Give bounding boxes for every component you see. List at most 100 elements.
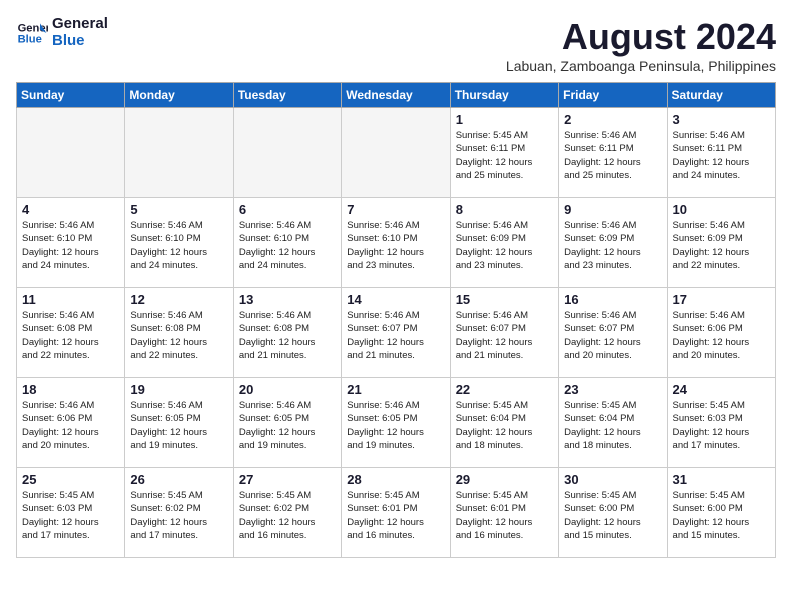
cell-info: Sunrise: 5:46 AM Sunset: 6:07 PM Dayligh…: [456, 309, 553, 362]
day-number: 25: [22, 472, 119, 487]
svg-text:General: General: [18, 22, 48, 34]
cell-info: Sunrise: 5:46 AM Sunset: 6:05 PM Dayligh…: [130, 399, 227, 452]
calendar-cell: 26 Sunrise: 5:45 AM Sunset: 6:02 PM Dayli…: [125, 468, 233, 558]
calendar-cell: [233, 108, 341, 198]
calendar-cell: 8 Sunrise: 5:46 AM Sunset: 6:09 PM Daylig…: [450, 198, 558, 288]
day-number: 24: [673, 382, 770, 397]
cell-info: Sunrise: 5:46 AM Sunset: 6:11 PM Dayligh…: [673, 129, 770, 182]
calendar-cell: 18 Sunrise: 5:46 AM Sunset: 6:06 PM Dayli…: [17, 378, 125, 468]
logo-line2: Blue: [52, 33, 108, 50]
calendar-cell: 19 Sunrise: 5:46 AM Sunset: 6:05 PM Dayli…: [125, 378, 233, 468]
day-number: 18: [22, 382, 119, 397]
calendar-cell: 14 Sunrise: 5:46 AM Sunset: 6:07 PM Dayli…: [342, 288, 450, 378]
calendar-cell: 6Sunrise: 5:46 AM Sunset: 6:10 PM Daylig…: [233, 198, 341, 288]
header-row: SundayMondayTuesdayWednesdayThursdayFrid…: [17, 83, 776, 108]
calendar-cell: [342, 108, 450, 198]
logo: General Blue General Blue: [16, 16, 108, 49]
calendar-cell: 25 Sunrise: 5:45 AM Sunset: 6:03 PM Dayli…: [17, 468, 125, 558]
calendar-cell: 3 Sunrise: 5:46 AM Sunset: 6:11 PM Daylig…: [667, 108, 775, 198]
cell-info: Sunrise: 5:46 AM Sunset: 6:07 PM Dayligh…: [564, 309, 661, 362]
cell-info: Sunrise: 5:46 AM Sunset: 6:09 PM Dayligh…: [673, 219, 770, 272]
day-number: 15: [456, 292, 553, 307]
week-row-1: 1 Sunrise: 5:45 AM Sunset: 6:11 PM Daylig…: [17, 108, 776, 198]
cell-info: Sunrise: 5:46 AM Sunset: 6:09 PM Dayligh…: [564, 219, 661, 272]
day-number: 22: [456, 382, 553, 397]
cell-info: Sunrise: 5:46 AM Sunset: 6:08 PM Dayligh…: [239, 309, 336, 362]
calendar-cell: 21 Sunrise: 5:46 AM Sunset: 6:05 PM Dayli…: [342, 378, 450, 468]
day-number: 8: [456, 202, 553, 217]
header-friday: Friday: [559, 83, 667, 108]
calendar-cell: 10Sunrise: 5:46 AM Sunset: 6:09 PM Dayli…: [667, 198, 775, 288]
week-row-4: 18 Sunrise: 5:46 AM Sunset: 6:06 PM Dayli…: [17, 378, 776, 468]
svg-text:Blue: Blue: [18, 33, 42, 45]
calendar-cell: 31Sunrise: 5:45 AM Sunset: 6:00 PM Dayli…: [667, 468, 775, 558]
cell-info: Sunrise: 5:45 AM Sunset: 6:04 PM Dayligh…: [564, 399, 661, 452]
day-number: 26: [130, 472, 227, 487]
calendar-cell: 12 Sunrise: 5:46 AM Sunset: 6:08 PM Dayli…: [125, 288, 233, 378]
calendar-cell: 23 Sunrise: 5:45 AM Sunset: 6:04 PM Dayli…: [559, 378, 667, 468]
cell-info: Sunrise: 5:46 AM Sunset: 6:05 PM Dayligh…: [347, 399, 444, 452]
cell-info: Sunrise: 5:45 AM Sunset: 6:00 PM Dayligh…: [564, 489, 661, 542]
day-number: 29: [456, 472, 553, 487]
cell-info: Sunrise: 5:45 AM Sunset: 6:11 PM Dayligh…: [456, 129, 553, 182]
cell-info: Sunrise: 5:46 AM Sunset: 6:09 PM Dayligh…: [456, 219, 553, 272]
calendar-cell: 20 Sunrise: 5:46 AM Sunset: 6:05 PM Dayli…: [233, 378, 341, 468]
cell-info: Sunrise: 5:45 AM Sunset: 6:02 PM Dayligh…: [130, 489, 227, 542]
calendar-cell: 16 Sunrise: 5:46 AM Sunset: 6:07 PM Dayli…: [559, 288, 667, 378]
cell-info: Sunrise: 5:46 AM Sunset: 6:06 PM Dayligh…: [673, 309, 770, 362]
calendar-table: SundayMondayTuesdayWednesdayThursdayFrid…: [16, 82, 776, 558]
cell-info: Sunrise: 5:46 AM Sunset: 6:05 PM Dayligh…: [239, 399, 336, 452]
calendar-cell: [125, 108, 233, 198]
day-number: 4: [22, 202, 119, 217]
calendar-cell: 13Sunrise: 5:46 AM Sunset: 6:08 PM Dayli…: [233, 288, 341, 378]
header-saturday: Saturday: [667, 83, 775, 108]
cell-info: Sunrise: 5:45 AM Sunset: 6:04 PM Dayligh…: [456, 399, 553, 452]
week-row-5: 25 Sunrise: 5:45 AM Sunset: 6:03 PM Dayli…: [17, 468, 776, 558]
cell-info: Sunrise: 5:45 AM Sunset: 6:03 PM Dayligh…: [673, 399, 770, 452]
cell-info: Sunrise: 5:46 AM Sunset: 6:10 PM Dayligh…: [22, 219, 119, 272]
day-number: 3: [673, 112, 770, 127]
cell-info: Sunrise: 5:46 AM Sunset: 6:06 PM Dayligh…: [22, 399, 119, 452]
day-number: 12: [130, 292, 227, 307]
cell-info: Sunrise: 5:45 AM Sunset: 6:01 PM Dayligh…: [456, 489, 553, 542]
calendar-cell: 24 Sunrise: 5:45 AM Sunset: 6:03 PM Dayli…: [667, 378, 775, 468]
cell-info: Sunrise: 5:45 AM Sunset: 6:00 PM Dayligh…: [673, 489, 770, 542]
cell-info: Sunrise: 5:46 AM Sunset: 6:07 PM Dayligh…: [347, 309, 444, 362]
calendar-cell: 17 Sunrise: 5:46 AM Sunset: 6:06 PM Dayli…: [667, 288, 775, 378]
cell-info: Sunrise: 5:45 AM Sunset: 6:01 PM Dayligh…: [347, 489, 444, 542]
title-block: August 2024 Labuan, Zamboanga Peninsula,…: [506, 16, 776, 74]
cell-info: Sunrise: 5:45 AM Sunset: 6:02 PM Dayligh…: [239, 489, 336, 542]
calendar-cell: 7Sunrise: 5:46 AM Sunset: 6:10 PM Daylig…: [342, 198, 450, 288]
day-number: 17: [673, 292, 770, 307]
day-number: 30: [564, 472, 661, 487]
day-number: 27: [239, 472, 336, 487]
page-header: General Blue General Blue August 2024 La…: [16, 16, 776, 74]
week-row-3: 11Sunrise: 5:46 AM Sunset: 6:08 PM Dayli…: [17, 288, 776, 378]
cell-info: Sunrise: 5:46 AM Sunset: 6:11 PM Dayligh…: [564, 129, 661, 182]
cell-info: Sunrise: 5:46 AM Sunset: 6:10 PM Dayligh…: [347, 219, 444, 272]
calendar-cell: 27 Sunrise: 5:45 AM Sunset: 6:02 PM Dayli…: [233, 468, 341, 558]
day-number: 20: [239, 382, 336, 397]
cell-info: Sunrise: 5:45 AM Sunset: 6:03 PM Dayligh…: [22, 489, 119, 542]
location-subtitle: Labuan, Zamboanga Peninsula, Philippines: [506, 58, 776, 74]
day-number: 1: [456, 112, 553, 127]
calendar-cell: 9Sunrise: 5:46 AM Sunset: 6:09 PM Daylig…: [559, 198, 667, 288]
cell-info: Sunrise: 5:46 AM Sunset: 6:08 PM Dayligh…: [22, 309, 119, 362]
day-number: 21: [347, 382, 444, 397]
calendar-cell: [17, 108, 125, 198]
calendar-cell: 2Sunrise: 5:46 AM Sunset: 6:11 PM Daylig…: [559, 108, 667, 198]
day-number: 23: [564, 382, 661, 397]
calendar-cell: 5Sunrise: 5:46 AM Sunset: 6:10 PM Daylig…: [125, 198, 233, 288]
header-monday: Monday: [125, 83, 233, 108]
header-tuesday: Tuesday: [233, 83, 341, 108]
header-wednesday: Wednesday: [342, 83, 450, 108]
day-number: 19: [130, 382, 227, 397]
cell-info: Sunrise: 5:46 AM Sunset: 6:08 PM Dayligh…: [130, 309, 227, 362]
day-number: 16: [564, 292, 661, 307]
logo-icon: General Blue: [16, 17, 48, 49]
day-number: 14: [347, 292, 444, 307]
cell-info: Sunrise: 5:46 AM Sunset: 6:10 PM Dayligh…: [130, 219, 227, 272]
calendar-cell: 1 Sunrise: 5:45 AM Sunset: 6:11 PM Daylig…: [450, 108, 558, 198]
month-year-title: August 2024: [506, 16, 776, 58]
header-thursday: Thursday: [450, 83, 558, 108]
